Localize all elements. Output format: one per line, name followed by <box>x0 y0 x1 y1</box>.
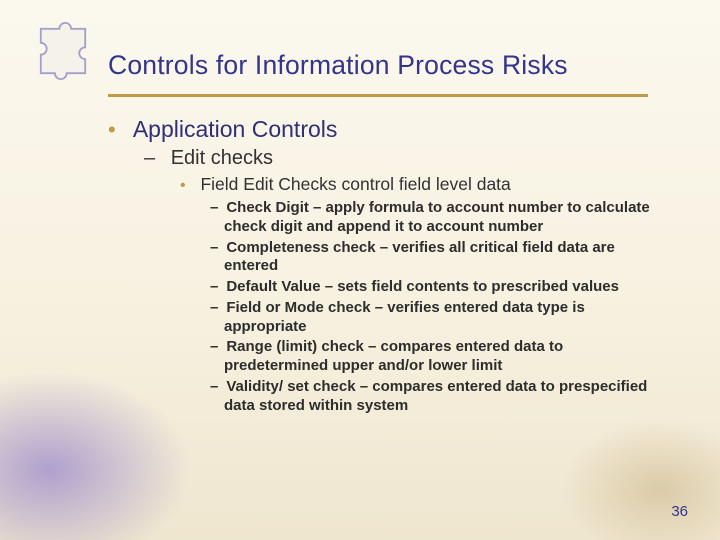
bullet-l4: Default Value – sets field contents to p… <box>210 278 668 297</box>
bullet-l4: Check Digit – apply formula to account n… <box>210 199 668 237</box>
bullet-l4: Range (limit) check – compares entered d… <box>210 338 668 376</box>
bullet-l2-text: Edit checks <box>171 147 273 169</box>
bullet-l1: Application Controls Edit checks Field E… <box>108 116 668 415</box>
bullet-l4: Field or Mode check – verifies entered d… <box>210 299 668 337</box>
bullet-l3: Field Edit Checks control field level da… <box>180 174 668 415</box>
bullet-l2: Edit checks Field Edit Checks control fi… <box>144 147 668 415</box>
slide-title: Controls for Information Process Risks <box>108 50 568 81</box>
bullet-l4: Validity/ set check – compares entered d… <box>210 378 668 416</box>
bullet-l1-text: Application Controls <box>133 116 338 142</box>
puzzle-icon <box>26 14 100 88</box>
bullet-l4: Completeness check – verifies all critic… <box>210 239 668 277</box>
title-underline <box>108 94 648 97</box>
bullet-l3-text: Field Edit Checks control field level da… <box>200 174 510 194</box>
slide-body: Application Controls Edit checks Field E… <box>108 116 668 421</box>
page-number: 36 <box>671 503 688 520</box>
